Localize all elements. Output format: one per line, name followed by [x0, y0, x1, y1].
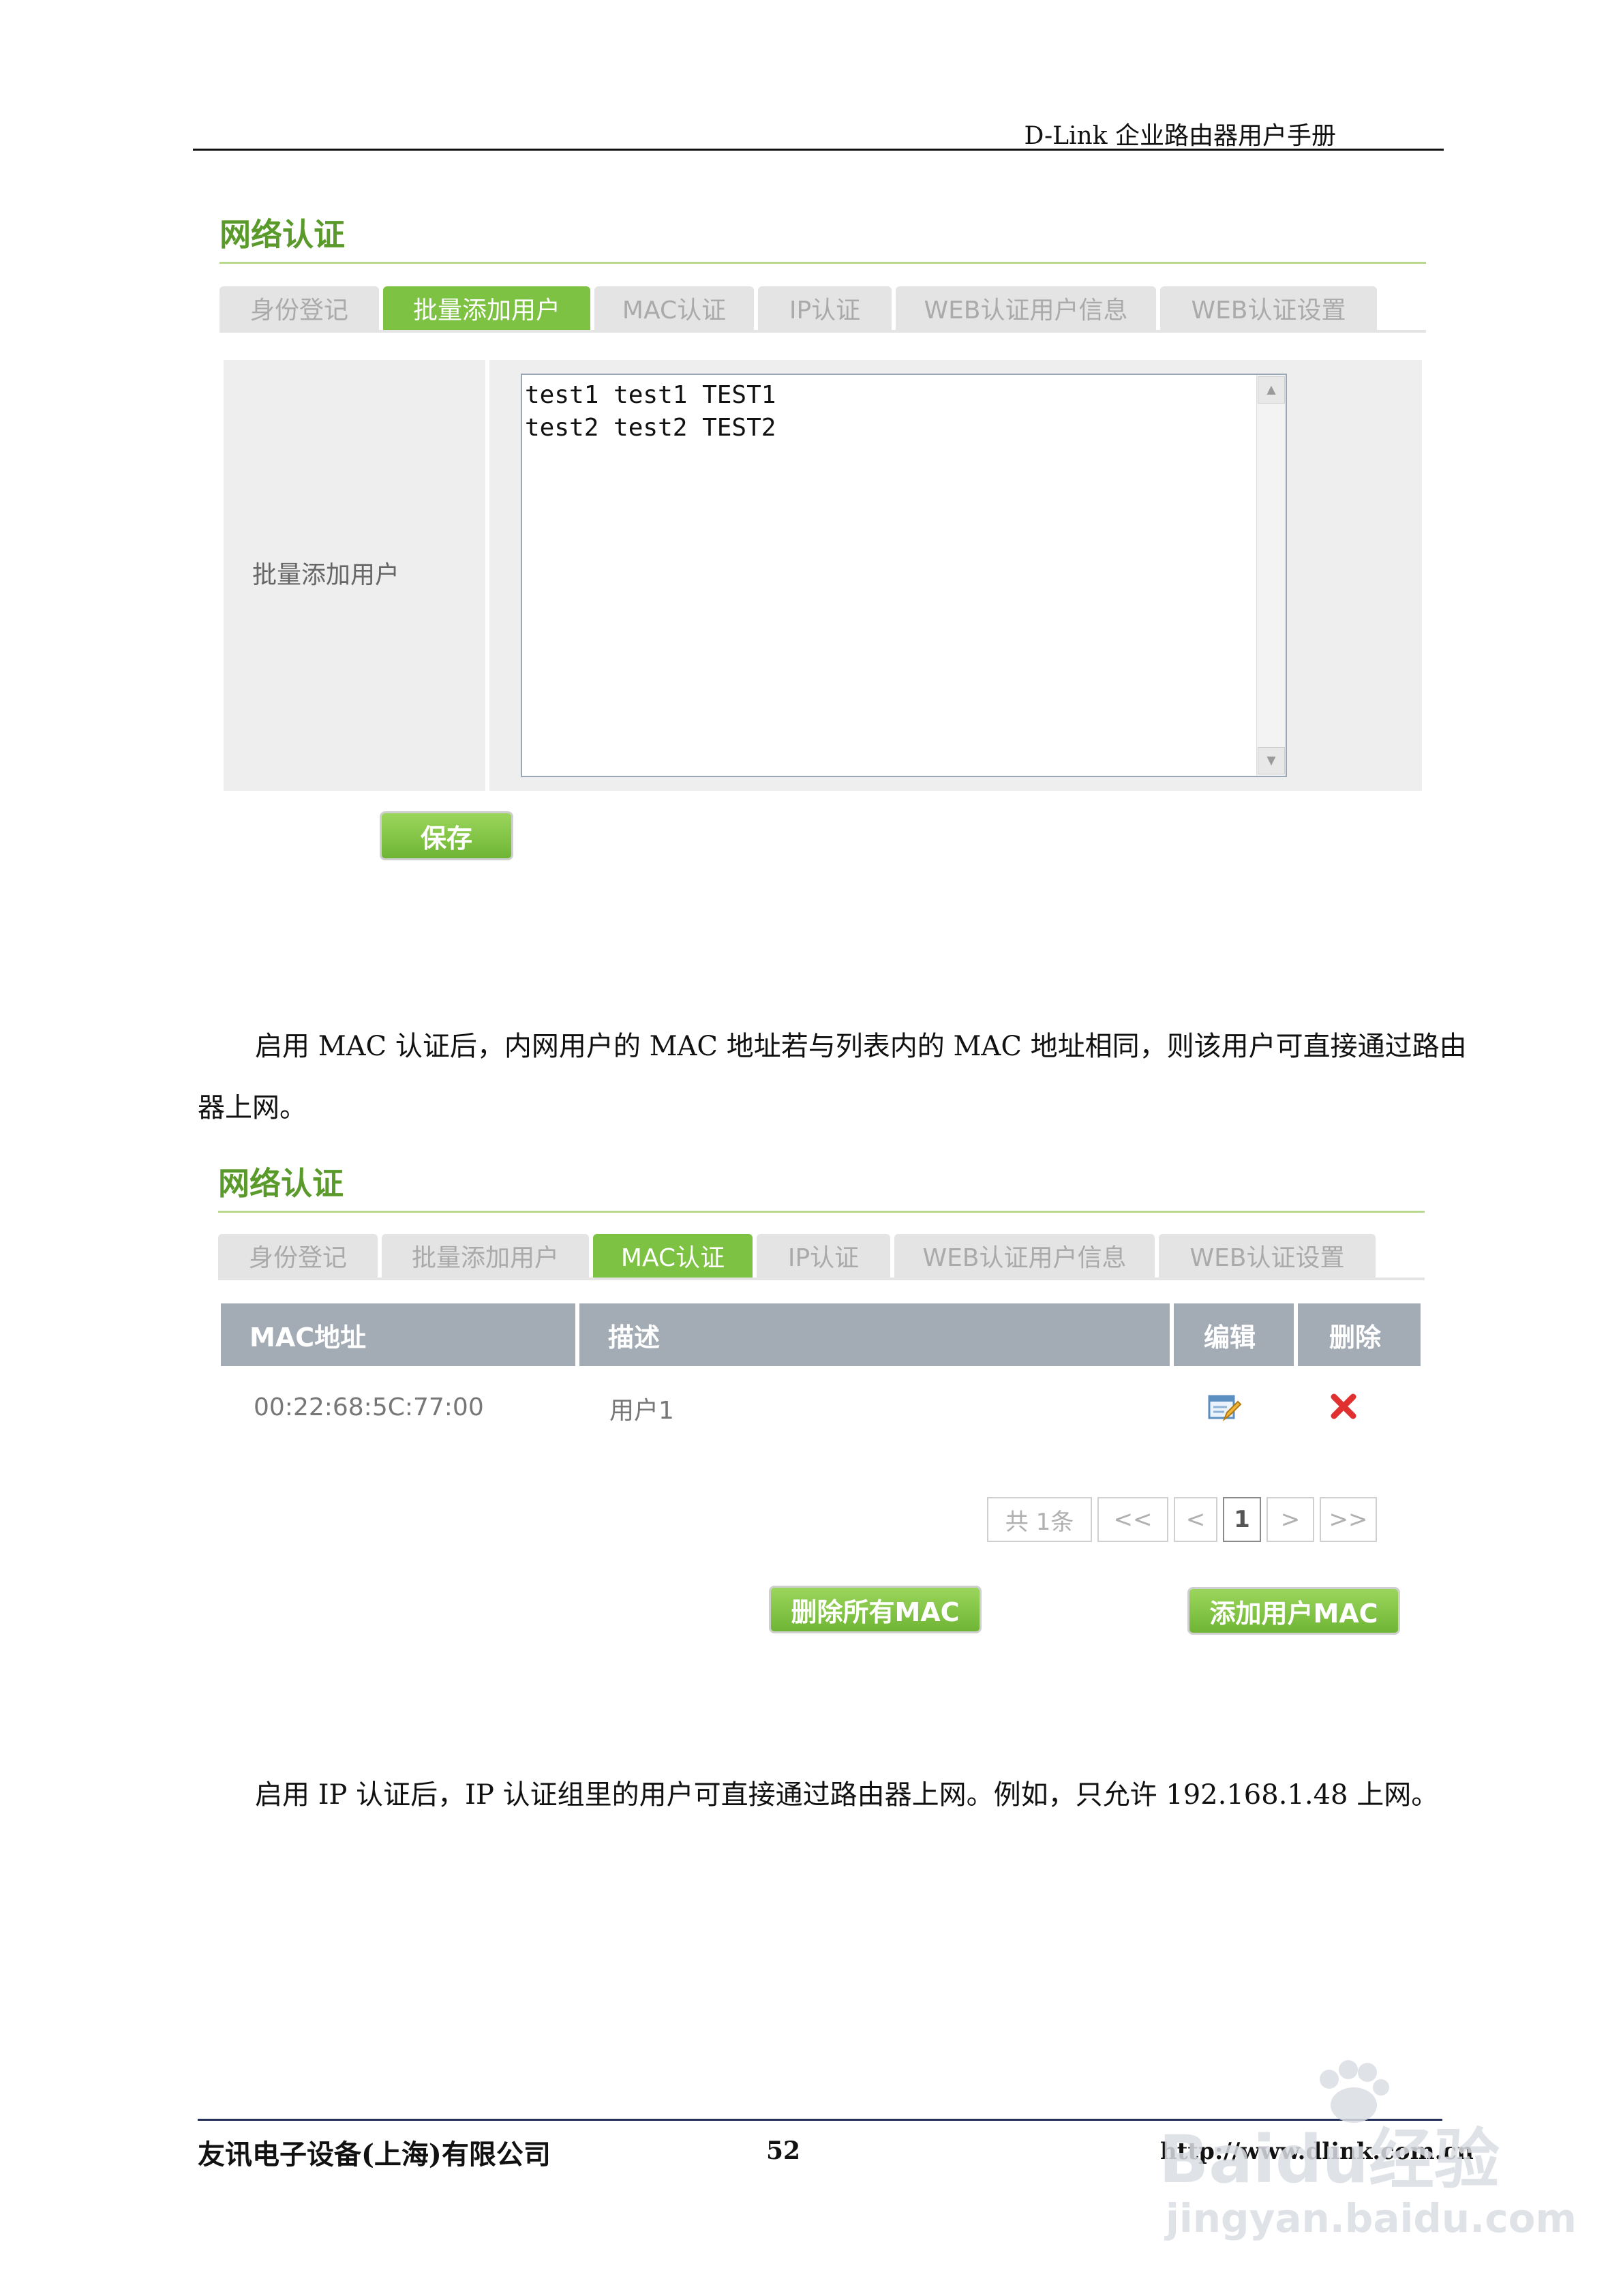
textarea-scrollbar[interactable]: ▲ ▼ [1256, 375, 1286, 776]
tab-web-auth-settings[interactable]: WEB认证设置 [1159, 1234, 1376, 1278]
footer-company: 友讯电子设备(上海)有限公司 [198, 2139, 551, 2171]
textarea-line: test1 test1 TEST1 [525, 381, 776, 409]
mac-address-cell: 00:22:68:5C:77:00 [254, 1393, 484, 1421]
form-column-divider [485, 360, 489, 791]
paragraph-ip-auth: 启用 IP 认证后，IP 认证组里的用户可直接通过路由器上网。例如，只允许 19… [255, 1779, 1439, 1811]
paragraph-mac-auth-line2: 器上网。 [198, 1092, 307, 1123]
tab-ip-auth[interactable]: IP认证 [757, 1234, 890, 1278]
pager-total: 共 1条 [987, 1497, 1092, 1542]
column-header-edit: 编辑 [1174, 1303, 1294, 1366]
pager-next-button[interactable]: > [1266, 1497, 1314, 1542]
textarea-line: test2 test2 TEST2 [525, 414, 776, 442]
paragraph-mac-auth-line1: 启用 MAC 认证后，内网用户的 MAC 地址若与列表内的 MAC 地址相同，则… [255, 1031, 1467, 1062]
pager-prev-button[interactable]: < [1174, 1497, 1217, 1542]
tab-web-auth-settings[interactable]: WEB认证设置 [1160, 286, 1377, 330]
baidu-watermark: Baidu经验 jingyan.baidu.com [1159, 2059, 1577, 2263]
pager-current-page[interactable]: 1 [1223, 1497, 1261, 1542]
batch-users-textarea[interactable]: test1 test1 TEST1 test2 test2 TEST2 ▲ ▼ [521, 374, 1287, 777]
edit-icon[interactable] [1207, 1389, 1242, 1425]
batch-add-label: 批量添加用户 [252, 561, 400, 589]
tab-identity-register[interactable]: 身份登记 [218, 1234, 378, 1278]
watermark-url: jingyan.baidu.com [1166, 2195, 1577, 2241]
document-header-title: D-Link 企业路由器用户手册 [1024, 122, 1336, 150]
panel-title-rule [218, 1211, 1425, 1213]
panel-title-rule [219, 262, 1426, 264]
column-header-mac: MAC地址 [221, 1303, 575, 1366]
pager-first-button[interactable]: << [1097, 1497, 1168, 1542]
table-row: 00:22:68:5C:77:00 用户1 [221, 1366, 1421, 1455]
scroll-down-icon[interactable]: ▼ [1258, 747, 1285, 774]
tab-web-auth-user-info[interactable]: WEB认证用户信息 [894, 1234, 1155, 1278]
tab-batch-add-users[interactable]: 批量添加用户 [383, 286, 590, 330]
delete-icon[interactable] [1328, 1391, 1359, 1422]
delete-all-mac-button[interactable]: 删除所有MAC [769, 1586, 982, 1633]
panel-title: 网络认证 [219, 216, 345, 253]
panel-title: 网络认证 [218, 1165, 344, 1202]
add-user-mac-button[interactable]: 添加用户MAC [1187, 1587, 1400, 1635]
scroll-up-icon[interactable]: ▲ [1258, 376, 1285, 404]
column-header-delete: 删除 [1298, 1303, 1421, 1366]
description-cell: 用户1 [609, 1397, 674, 1425]
tab-underline [219, 330, 1426, 333]
tab-mac-auth[interactable]: MAC认证 [593, 1234, 753, 1278]
tab-underline [218, 1278, 1425, 1280]
tab-ip-auth[interactable]: IP认证 [758, 286, 892, 330]
tab-web-auth-user-info[interactable]: WEB认证用户信息 [896, 286, 1156, 330]
tab-bar: 身份登记 批量添加用户 MAC认证 IP认证 WEB认证用户信息 WEB认证设置 [218, 1234, 1380, 1278]
pager-last-button[interactable]: >> [1320, 1497, 1377, 1542]
save-button[interactable]: 保存 [380, 811, 513, 860]
tab-batch-add-users[interactable]: 批量添加用户 [382, 1234, 589, 1278]
pagination: 共 1条 << < 1 > >> [987, 1497, 1377, 1542]
column-header-description: 描述 [579, 1303, 1170, 1366]
tab-mac-auth[interactable]: MAC认证 [594, 286, 754, 330]
footer-page-number: 52 [766, 2136, 801, 2165]
header-divider [193, 149, 1444, 151]
tab-bar: 身份登记 批量添加用户 MAC认证 IP认证 WEB认证用户信息 WEB认证设置 [219, 286, 1381, 330]
watermark-brand: Baidu经验 [1159, 2121, 1500, 2198]
tab-identity-register[interactable]: 身份登记 [219, 286, 379, 330]
batch-add-form: 批量添加用户 test1 test1 TEST1 test2 test2 TES… [224, 360, 1422, 791]
